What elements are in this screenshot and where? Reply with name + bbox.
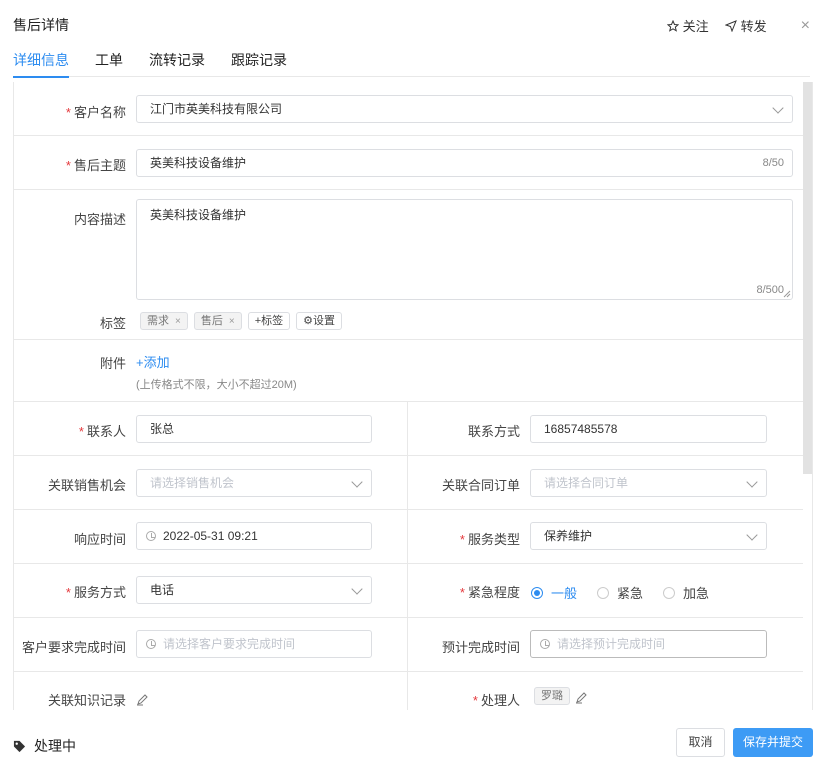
star-icon — [666, 19, 679, 32]
tab-details[interactable]: 详细信息 — [13, 48, 69, 78]
service-method-label: * 服务方式 — [65, 585, 126, 600]
save-submit-button[interactable]: 保存并提交 — [733, 728, 813, 757]
add-tag-button[interactable]: +标签 — [247, 312, 291, 330]
description-char-count: 8/500 — [756, 284, 784, 296]
attachment-label: 附件 — [99, 356, 126, 371]
response-time-label: 响应时间 — [73, 532, 126, 547]
cancel-button[interactable]: 取消 — [676, 728, 725, 757]
opportunity-select[interactable]: 请选择销售机会 — [136, 469, 372, 497]
forward-button[interactable]: 转发 — [724, 16, 767, 35]
description-label: 内容描述 — [73, 212, 126, 227]
row-time: 客户要求完成时间 请选择客户要求完成时间 预计完成时间 请选择预计完成时间 — [14, 618, 803, 672]
customer-select[interactable]: 江门市英美科技有限公司 — [136, 95, 793, 123]
contact-label: * 联系人 — [78, 424, 126, 439]
urgency-option-urgent[interactable]: 紧急 — [597, 583, 643, 602]
dialog-title: 售后详情 — [13, 17, 69, 33]
status-text: 处理中 — [34, 738, 76, 754]
urgency-option-normal[interactable]: 一般 — [531, 583, 577, 602]
status-indicator: 处理中 — [13, 736, 76, 756]
urgency-radio-group: 一般 紧急 加急 — [531, 583, 729, 602]
clock-icon — [146, 639, 156, 649]
row-response: 响应时间 2022-05-31 09:21 * 服务类型 保养维护 — [14, 510, 803, 564]
knowledge-label: 关联知识记录 — [47, 693, 126, 708]
opportunity-label: 关联销售机会 — [47, 478, 126, 493]
contact-phone-input[interactable]: 16857485578 — [530, 415, 767, 443]
tab-work-orders[interactable]: 工单 — [95, 48, 123, 77]
service-type-label: * 服务类型 — [459, 532, 520, 547]
tag-chip: 需求 × — [140, 312, 188, 330]
urgency-option-critical[interactable]: 加急 — [663, 583, 709, 602]
contact-phone-label: 联系方式 — [467, 424, 520, 439]
customer-label: * 客户名称 — [65, 105, 126, 120]
required-time-label: 客户要求完成时间 — [21, 640, 126, 655]
contact-input[interactable]: 张总 — [136, 415, 372, 443]
tab-tracking-records[interactable]: 跟踪记录 — [231, 48, 287, 77]
row-attachment: 附件 +添加 (上传格式不限，大小不超过20M) — [14, 340, 803, 402]
row-customer: * 客户名称 江门市英美科技有限公司 — [14, 82, 803, 136]
expected-time-picker[interactable]: 请选择预计完成时间 — [530, 630, 767, 658]
subject-label: * 售后主题 — [65, 158, 126, 173]
send-icon — [724, 19, 737, 32]
handler-chip: 罗璐 — [534, 687, 570, 705]
clock-icon — [146, 531, 156, 541]
service-type-select[interactable]: 保养维护 — [530, 522, 767, 550]
subject-char-count: 8/50 — [762, 157, 784, 169]
gear-icon: ⚙ — [303, 315, 313, 327]
chevron-down-icon — [746, 476, 758, 488]
dialog-footer: 处理中 取消 保存并提交 — [0, 712, 823, 773]
handler-label: * 处理人 — [472, 693, 520, 708]
tag-settings-button[interactable]: ⚙设置 — [296, 312, 342, 330]
contract-label: 关联合同订单 — [441, 478, 520, 493]
tags-label: 标签 — [99, 316, 126, 331]
tag-chip: 售后 × — [193, 312, 242, 330]
edit-icon[interactable] — [575, 692, 587, 704]
tab-bar: 详细信息 工单 流转记录 跟踪记录 — [13, 48, 810, 78]
tag-icon — [13, 740, 26, 752]
row-subject: * 售后主题 英美科技设备维护 8/50 — [14, 136, 803, 190]
edit-icon[interactable] — [136, 694, 148, 706]
scrollbar[interactable] — [803, 82, 812, 474]
urgency-label: * 紧急程度 — [459, 585, 520, 600]
row-description: 内容描述 英美科技设备维护 8/500 标签 需求 × 售后 × +标签 ⚙设置 — [14, 190, 803, 340]
chevron-down-icon — [746, 529, 758, 541]
clock-icon — [540, 639, 550, 649]
contract-select[interactable]: 请选择合同订单 — [530, 469, 767, 497]
resize-handle-icon[interactable] — [783, 290, 791, 298]
required-time-picker[interactable]: 请选择客户要求完成时间 — [136, 630, 372, 658]
row-contact: * 联系人 张总 联系方式 16857485578 — [14, 402, 803, 456]
service-method-select[interactable]: 电话 — [136, 576, 372, 604]
follow-button[interactable]: 关注 — [666, 16, 709, 35]
description-textarea[interactable]: 英美科技设备维护 8/500 — [136, 199, 793, 300]
subject-input[interactable]: 英美科技设备维护 8/50 — [136, 149, 793, 177]
row-handler: 关联知识记录 * 处理人 罗璐 — [14, 672, 803, 710]
chevron-down-icon — [351, 476, 363, 488]
attachment-hint: (上传格式不限，大小不超过20M) — [136, 379, 297, 391]
row-service: * 服务方式 电话 * 紧急程度 一般 紧急 加急 — [14, 564, 803, 618]
row-related: 关联销售机会 请选择销售机会 关联合同订单 请选择合同订单 — [14, 456, 803, 510]
chevron-down-icon — [351, 583, 363, 595]
detail-form: * 客户名称 江门市英美科技有限公司 * 售后主题 英美科技设备维护 8/50 内容… — [13, 82, 813, 710]
chevron-down-icon — [772, 102, 784, 114]
dialog-header: 售后详情 关注 转发 × — [0, 0, 823, 48]
expected-time-label: 预计完成时间 — [441, 640, 520, 655]
remove-tag-icon[interactable]: × — [175, 316, 181, 327]
add-attachment-link[interactable]: +添加 — [136, 352, 170, 371]
remove-tag-icon[interactable]: × — [229, 316, 235, 327]
follow-label: 关注 — [682, 19, 709, 34]
tab-flow-records[interactable]: 流转记录 — [149, 48, 205, 77]
close-icon[interactable]: × — [801, 17, 810, 35]
forward-label: 转发 — [740, 19, 767, 34]
response-time-picker[interactable]: 2022-05-31 09:21 — [136, 522, 372, 550]
